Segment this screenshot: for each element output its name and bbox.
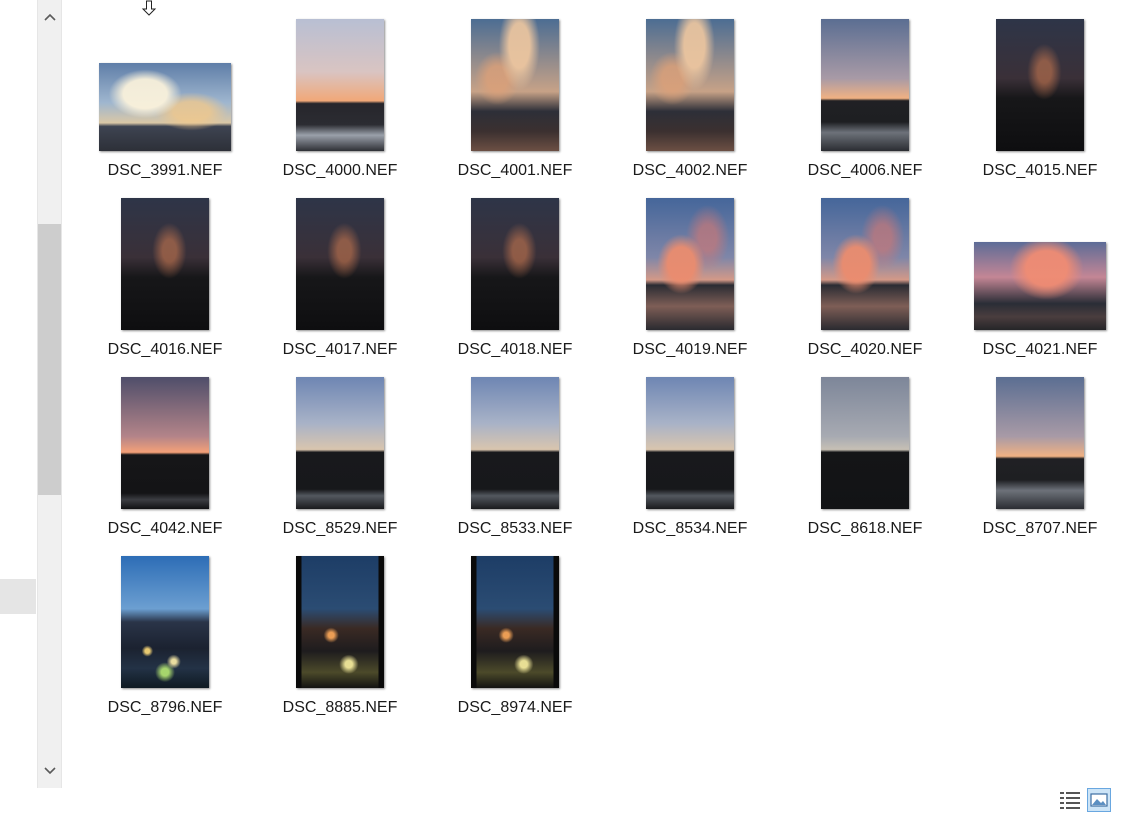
file-item[interactable]: DSC_8974.NEF <box>440 549 590 721</box>
image-thumbnail <box>296 377 384 509</box>
image-thumbnail <box>821 19 909 151</box>
view-toggle <box>1054 782 1124 818</box>
thumbnail-frame <box>90 191 240 331</box>
thumbnail-frame <box>440 549 590 689</box>
large-icons-view-button[interactable] <box>1087 788 1111 812</box>
scrollbar-thumb[interactable] <box>38 224 61 495</box>
thumbnail-frame <box>90 370 240 510</box>
thumbnail-frame <box>440 370 590 510</box>
image-thumbnail <box>471 377 559 509</box>
vertical-scrollbar[interactable] <box>37 0 62 788</box>
image-thumbnail <box>296 19 384 151</box>
chevron-down-icon <box>43 767 56 775</box>
details-view-button[interactable] <box>1058 788 1082 812</box>
image-thumbnail <box>121 556 209 688</box>
thumbnail-frame <box>615 370 765 510</box>
file-name-label: DSC_4015.NEF <box>982 162 1098 179</box>
file-name-label: DSC_4017.NEF <box>282 341 398 358</box>
file-name-label: DSC_4016.NEF <box>107 341 223 358</box>
thumbnail-frame <box>265 370 415 510</box>
file-name-label: DSC_3991.NEF <box>107 162 223 179</box>
file-name-label: DSC_8529.NEF <box>282 520 398 537</box>
file-item[interactable]: DSC_3991.NEF <box>90 12 240 184</box>
file-item[interactable]: DSC_4016.NEF <box>90 191 240 363</box>
thumbnail-frame <box>790 191 940 331</box>
file-item[interactable]: DSC_4019.NEF <box>615 191 765 363</box>
thumbnail-frame <box>615 191 765 331</box>
image-thumbnail <box>99 63 231 151</box>
file-item[interactable]: DSC_4020.NEF <box>790 191 940 363</box>
file-item[interactable]: DSC_8618.NEF <box>790 370 940 542</box>
file-name-label: DSC_8796.NEF <box>107 699 223 716</box>
file-name-label: DSC_4001.NEF <box>457 162 573 179</box>
file-item[interactable]: DSC_8533.NEF <box>440 370 590 542</box>
file-name-label: DSC_4020.NEF <box>807 341 923 358</box>
chevron-up-icon <box>43 13 56 21</box>
scroll-down-button[interactable] <box>38 754 61 788</box>
file-name-label: DSC_4000.NEF <box>282 162 398 179</box>
image-thumbnail <box>646 377 734 509</box>
image-thumbnail <box>471 556 559 688</box>
scroll-up-button[interactable] <box>38 0 61 34</box>
image-thumbnail <box>121 198 209 330</box>
thumbnail-frame <box>265 12 415 152</box>
file-item[interactable]: DSC_4002.NEF <box>615 12 765 184</box>
file-name-label: DSC_4006.NEF <box>807 162 923 179</box>
file-name-label: DSC_8974.NEF <box>457 699 573 716</box>
file-name-label: DSC_8534.NEF <box>632 520 748 537</box>
image-thumbnail <box>821 377 909 509</box>
image-thumbnail <box>821 198 909 330</box>
file-item[interactable]: DSC_8529.NEF <box>265 370 415 542</box>
details-view-icon <box>1060 792 1080 809</box>
file-name-label: DSC_8707.NEF <box>982 520 1098 537</box>
image-thumbnail <box>996 19 1084 151</box>
file-name-label: DSC_4042.NEF <box>107 520 223 537</box>
file-item[interactable]: DSC_4042.NEF <box>90 370 240 542</box>
file-item[interactable]: DSC_4001.NEF <box>440 12 590 184</box>
large-icons-view-icon <box>1090 793 1108 807</box>
file-item[interactable]: DSC_8534.NEF <box>615 370 765 542</box>
thumbnail-frame <box>265 549 415 689</box>
image-thumbnail <box>296 198 384 330</box>
thumbnail-frame <box>90 549 240 689</box>
file-name-label: DSC_4018.NEF <box>457 341 573 358</box>
file-name-label: DSC_4021.NEF <box>982 341 1098 358</box>
thumbnail-frame <box>965 191 1115 331</box>
thumbnail-frame <box>265 191 415 331</box>
file-item[interactable]: DSC_8885.NEF <box>265 549 415 721</box>
image-thumbnail <box>646 198 734 330</box>
file-item[interactable]: DSC_4021.NEF <box>965 191 1115 363</box>
thumbnail-frame <box>790 12 940 152</box>
file-item[interactable]: DSC_4018.NEF <box>440 191 590 363</box>
image-thumbnail <box>646 19 734 151</box>
thumbnail-frame <box>965 12 1115 152</box>
navigation-pane-selection[interactable] <box>0 579 36 614</box>
thumbnail-frame <box>965 370 1115 510</box>
thumbnail-frame <box>440 12 590 152</box>
thumbnail-frame <box>790 370 940 510</box>
file-name-label: DSC_8533.NEF <box>457 520 573 537</box>
file-item[interactable]: DSC_8707.NEF <box>965 370 1115 542</box>
image-thumbnail <box>121 377 209 509</box>
file-name-label: DSC_4002.NEF <box>632 162 748 179</box>
image-thumbnail <box>296 556 384 688</box>
file-item[interactable]: DSC_4015.NEF <box>965 12 1115 184</box>
file-item[interactable]: DSC_4000.NEF <box>265 12 415 184</box>
file-item[interactable]: DSC_4017.NEF <box>265 191 415 363</box>
file-item[interactable]: DSC_4006.NEF <box>790 12 940 184</box>
image-thumbnail <box>974 242 1106 330</box>
thumbnail-frame <box>615 12 765 152</box>
image-thumbnail <box>471 19 559 151</box>
file-item[interactable]: DSC_8796.NEF <box>90 549 240 721</box>
file-name-label: DSC_8618.NEF <box>807 520 923 537</box>
image-thumbnail <box>996 377 1084 509</box>
thumbnail-frame <box>90 12 240 152</box>
image-thumbnail <box>471 198 559 330</box>
file-name-label: DSC_4019.NEF <box>632 341 748 358</box>
file-name-label: DSC_8885.NEF <box>282 699 398 716</box>
thumbnail-frame <box>440 191 590 331</box>
